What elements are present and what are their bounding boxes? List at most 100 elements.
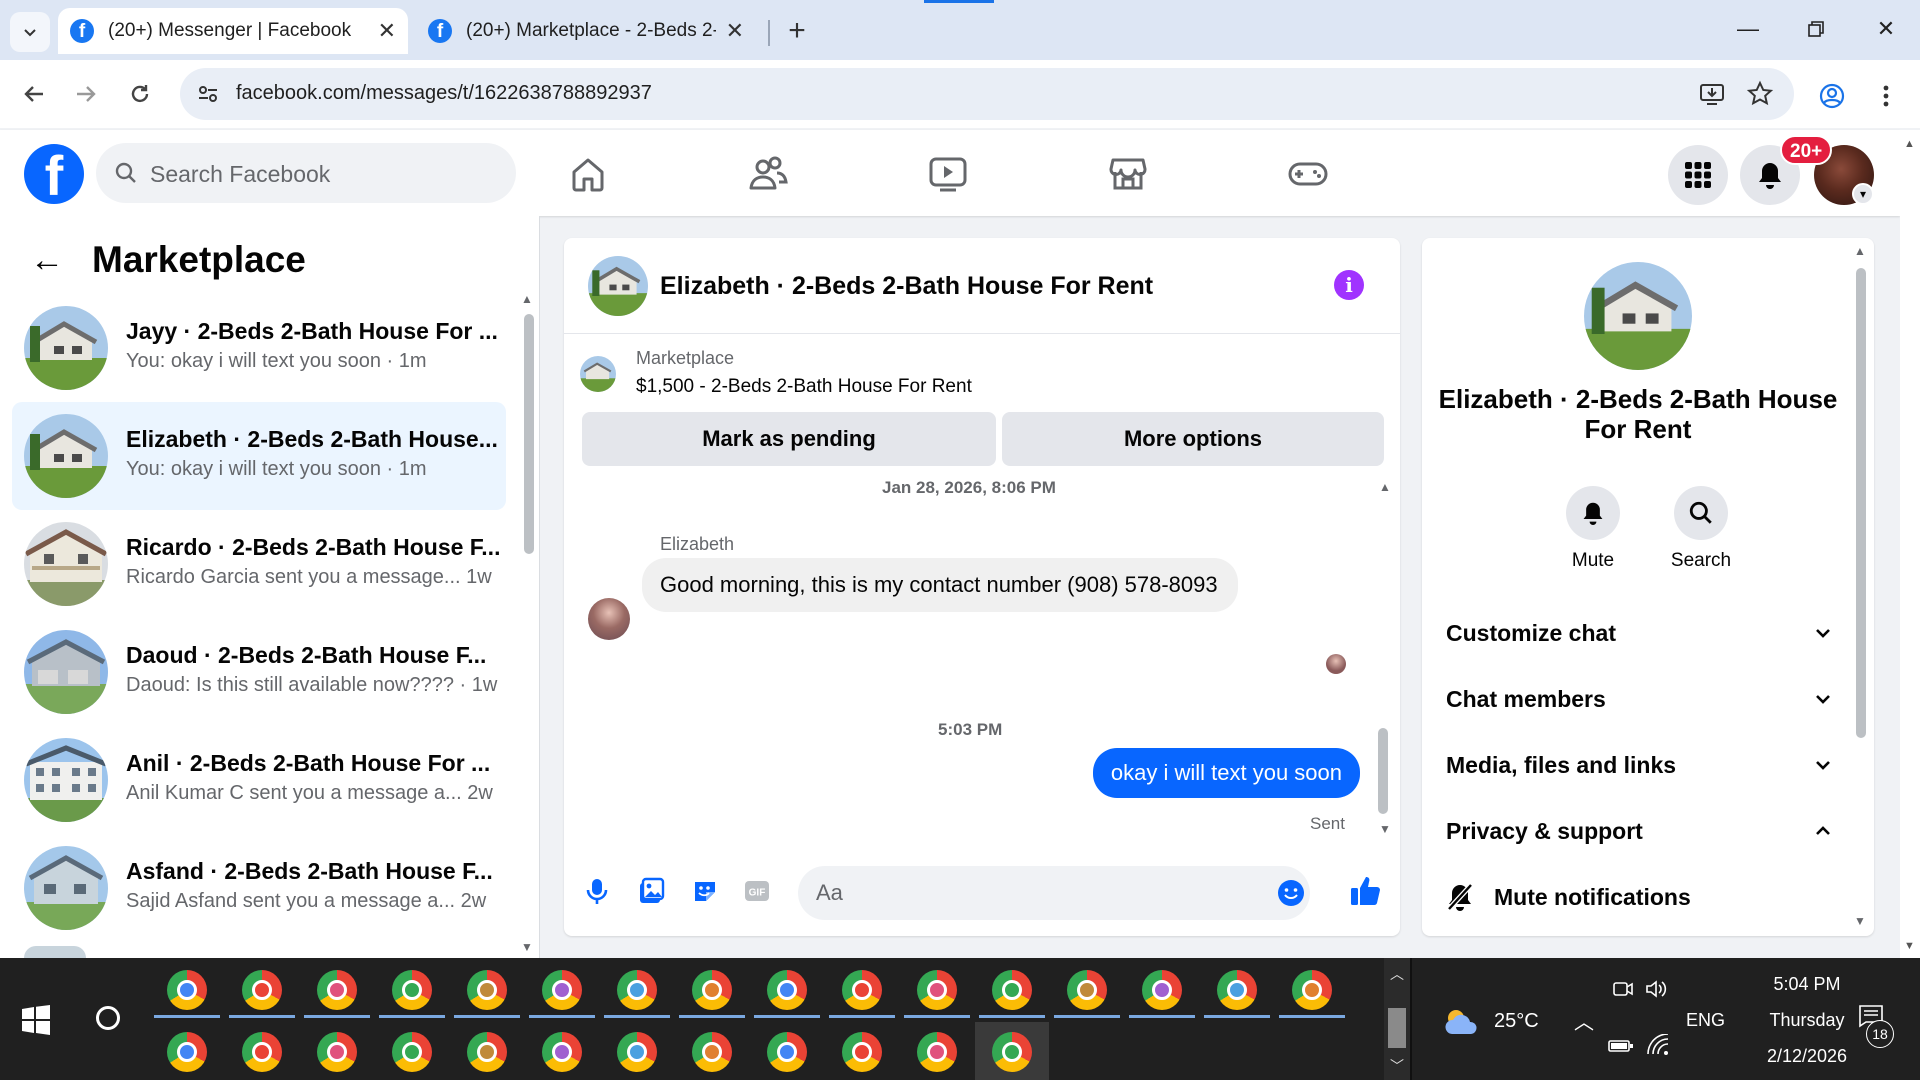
chrome-taskbar-app[interactable] — [150, 960, 224, 1020]
chat-list-item[interactable]: Anil · 2-Beds 2-Bath House For ... Anil … — [12, 726, 506, 834]
scroll-up-icon[interactable]: ▲ — [1904, 138, 1915, 150]
clock-time[interactable]: 5:04 PM — [1752, 974, 1862, 995]
chrome-taskbar-app[interactable] — [975, 1022, 1049, 1080]
chrome-taskbar-app[interactable] — [375, 1022, 449, 1080]
back-button[interactable] — [14, 74, 54, 114]
scroll-down-icon[interactable]: ▼ — [1379, 822, 1391, 836]
chrome-taskbar-app[interactable] — [300, 960, 374, 1020]
chrome-taskbar-app[interactable] — [675, 1022, 749, 1080]
thumbs-up-icon[interactable] — [1348, 874, 1382, 908]
close-tab-icon[interactable]: ✕ — [726, 18, 744, 44]
scroll-up-icon[interactable]: ▲ — [1854, 244, 1866, 258]
incoming-message-bubble[interactable]: Good morning, this is my contact number … — [642, 558, 1238, 612]
video-icon[interactable] — [926, 152, 970, 196]
chrome-taskbar-app[interactable] — [300, 1022, 374, 1080]
emoji-icon[interactable] — [1276, 878, 1306, 908]
chevron-down-icon[interactable]: ﹀ — [1390, 1056, 1404, 1076]
url-text[interactable]: facebook.com/messages/t/1622638788892937 — [236, 82, 652, 105]
facebook-logo[interactable]: f — [24, 144, 84, 204]
volume-icon[interactable] — [1644, 978, 1668, 1000]
gaming-icon[interactable] — [1286, 152, 1330, 196]
install-app-icon[interactable] — [1698, 80, 1726, 108]
chrome-taskbar-app[interactable] — [975, 960, 1049, 1020]
chrome-taskbar-app[interactable] — [1200, 960, 1274, 1020]
forward-button[interactable] — [66, 74, 106, 114]
chrome-taskbar-app[interactable] — [750, 1022, 824, 1080]
close-window-button[interactable]: ✕ — [1866, 12, 1906, 46]
clock-date[interactable]: 2/12/2026 — [1752, 1046, 1862, 1067]
clock-day[interactable]: Thursday — [1752, 1010, 1862, 1031]
marketplace-icon[interactable] — [1106, 152, 1150, 196]
reload-button[interactable] — [120, 74, 160, 114]
tab-messenger[interactable]: f (20+) Messenger | Facebook ✕ — [58, 8, 408, 54]
windows-start-icon[interactable] — [20, 1004, 52, 1036]
language-indicator[interactable]: ENG — [1686, 1010, 1725, 1031]
scroll-up-icon[interactable]: ▲ — [1379, 480, 1391, 494]
chrome-taskbar-app[interactable] — [450, 1022, 524, 1080]
outgoing-message-bubble[interactable]: okay i will text you soon — [1092, 748, 1360, 798]
chrome-taskbar-app[interactable] — [900, 960, 974, 1020]
chat-list-item[interactable]: Daoud · 2-Beds 2-Bath House F... Daoud: … — [12, 618, 506, 726]
customize-chat-section[interactable]: Customize chat — [1446, 608, 1832, 658]
chrome-taskbar-app[interactable] — [675, 960, 749, 1020]
microphone-icon[interactable] — [582, 876, 612, 906]
chrome-taskbar-app[interactable] — [750, 960, 824, 1020]
privacy-support-section[interactable]: Privacy & support — [1446, 806, 1832, 856]
message-input[interactable]: Aa — [798, 866, 1310, 920]
chrome-taskbar-app[interactable] — [600, 1022, 674, 1080]
page-scrollbar[interactable]: ▲ ▼ — [1900, 130, 1920, 958]
chrome-taskbar-app[interactable] — [375, 960, 449, 1020]
chevron-down-icon[interactable]: ▾ — [1852, 183, 1874, 205]
taskbar-overflow-scroll[interactable]: ︿ ﹀ — [1384, 958, 1410, 1080]
scroll-up-icon[interactable]: ▲ — [521, 292, 533, 306]
weather-temperature[interactable]: 25°C — [1494, 1010, 1539, 1033]
media-files-links-section[interactable]: Media, files and links — [1446, 740, 1832, 790]
info-icon[interactable]: i — [1334, 270, 1364, 300]
menu-button[interactable] — [1668, 145, 1728, 205]
image-icon[interactable] — [636, 876, 666, 906]
back-arrow-icon[interactable]: ← — [30, 241, 64, 280]
chrome-taskbar-app[interactable] — [900, 1022, 974, 1080]
home-icon[interactable] — [566, 152, 610, 196]
sticker-icon[interactable] — [690, 876, 720, 906]
restore-button[interactable] — [1796, 12, 1836, 46]
search-facebook-input[interactable]: Search Facebook — [96, 143, 516, 203]
minimize-button[interactable]: — — [1728, 12, 1768, 46]
chrome-taskbar-app[interactable] — [600, 960, 674, 1020]
tab-marketplace[interactable]: f (20+) Marketplace - 2-Beds 2-B ✕ — [416, 8, 756, 54]
chat-list-scrollbar[interactable] — [524, 314, 534, 554]
tab-search-button[interactable] — [10, 12, 50, 52]
meet-now-icon[interactable] — [1612, 978, 1634, 1000]
chrome-taskbar-app[interactable] — [150, 1022, 224, 1080]
chrome-taskbar-app[interactable] — [525, 960, 599, 1020]
chrome-taskbar-app[interactable] — [1275, 960, 1349, 1020]
chevron-up-icon[interactable]: ︿ — [1574, 1006, 1594, 1035]
chat-list-item[interactable]: Ricardo · 2-Beds 2-Bath House F... Ricar… — [12, 510, 506, 618]
mark-as-pending-button[interactable]: Mark as pending — [582, 412, 996, 466]
house-thumbnail[interactable] — [588, 256, 648, 316]
house-profile-photo[interactable] — [1584, 262, 1692, 370]
battery-icon[interactable] — [1608, 1038, 1634, 1054]
search-circle-icon[interactable] — [96, 1006, 120, 1030]
scroll-thumb[interactable] — [1388, 1008, 1406, 1048]
details-scrollbar[interactable] — [1856, 268, 1866, 738]
scroll-down-icon[interactable]: ▼ — [1854, 914, 1866, 928]
search-in-chat-button[interactable]: Search — [1656, 486, 1746, 572]
close-tab-icon[interactable]: ✕ — [378, 18, 396, 44]
profile-icon[interactable] — [1818, 82, 1846, 110]
conversation-title[interactable]: Elizabeth · 2-Beds 2-Bath House For Rent — [660, 272, 1153, 301]
chrome-taskbar-app[interactable] — [225, 1022, 299, 1080]
bookmark-star-icon[interactable] — [1746, 80, 1774, 108]
chrome-taskbar-app[interactable] — [825, 1022, 899, 1080]
chat-list-item[interactable]: Asfand · 2-Beds 2-Bath House F... Sajid … — [12, 834, 506, 942]
scroll-down-icon[interactable]: ▼ — [1904, 940, 1915, 952]
mute-notifications-item[interactable]: Mute notifications — [1446, 872, 1832, 922]
more-vertical-icon[interactable] — [1876, 82, 1896, 110]
address-bar[interactable]: facebook.com/messages/t/1622638788892937 — [180, 68, 1794, 120]
cloudy-weather-icon[interactable] — [1442, 1006, 1482, 1036]
chat-members-section[interactable]: Chat members — [1446, 674, 1832, 724]
chrome-taskbar-app[interactable] — [450, 960, 524, 1020]
chevron-up-icon[interactable]: ︿ — [1390, 964, 1404, 984]
chrome-taskbar-app[interactable] — [225, 960, 299, 1020]
gif-icon[interactable]: GIF — [742, 876, 772, 906]
